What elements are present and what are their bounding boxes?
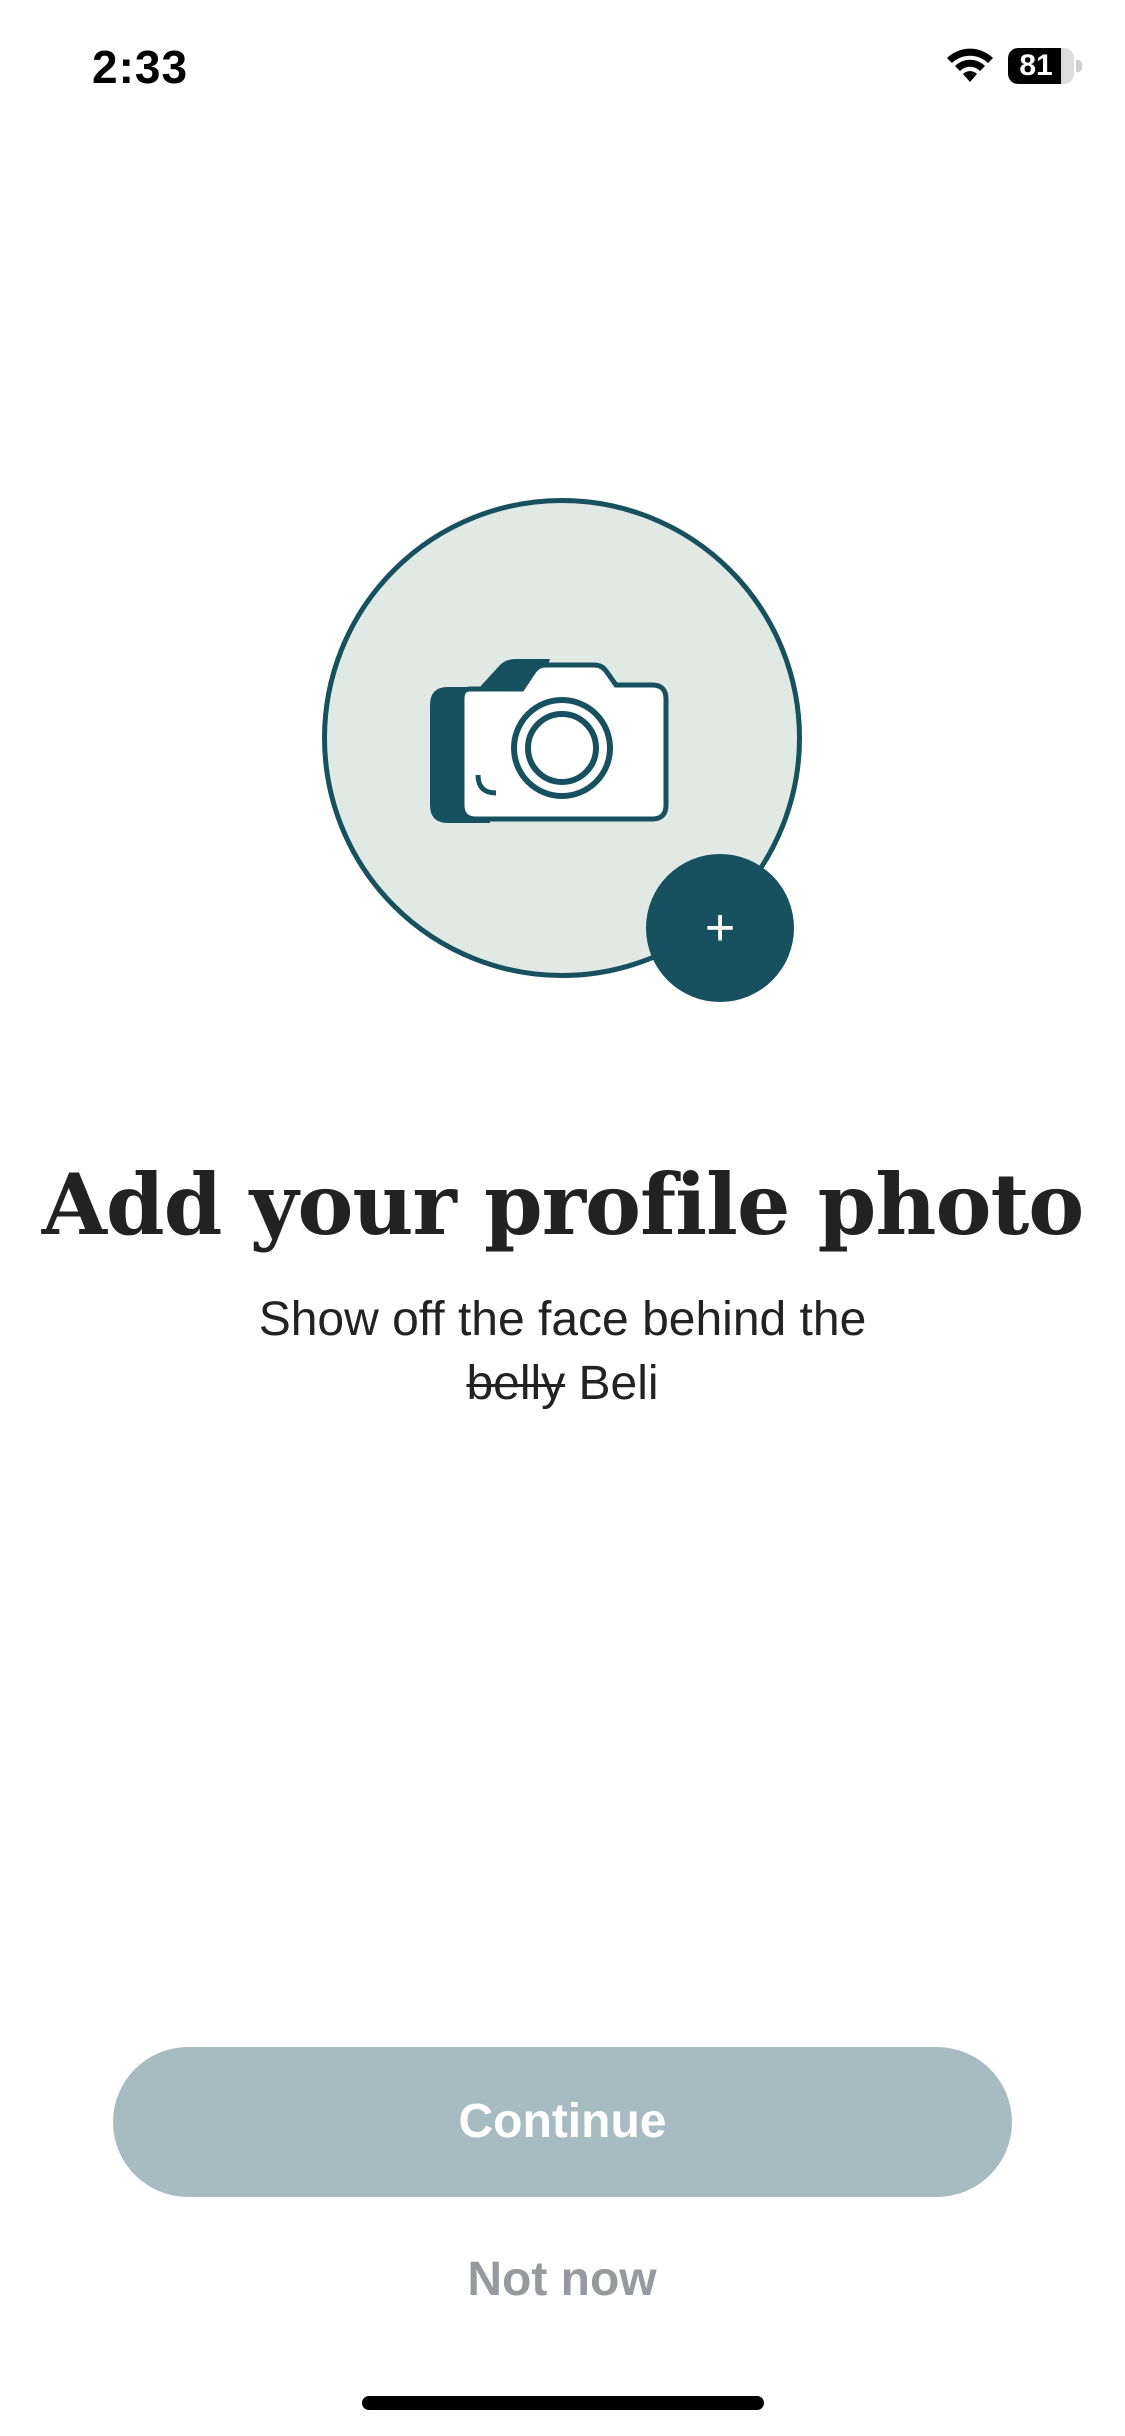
camera-icon bbox=[430, 659, 669, 823]
plus-icon: + bbox=[704, 899, 736, 957]
subtitle-struck-word: belly bbox=[466, 1357, 566, 1410]
continue-button[interactable]: Continue bbox=[113, 2047, 1012, 2197]
battery-level: 81 bbox=[1019, 49, 1053, 82]
page-title: Add your profile photo bbox=[41, 1155, 1085, 1254]
status-time: 2:33 bbox=[92, 41, 189, 93]
battery-icon: 81 bbox=[1008, 48, 1082, 84]
wifi-icon bbox=[947, 48, 993, 82]
status-bar: 2:33 81 bbox=[0, 0, 1125, 140]
subtitle-app-name: Beli bbox=[578, 1357, 659, 1410]
home-indicator bbox=[362, 2396, 764, 2410]
add-photo-button[interactable]: + bbox=[646, 854, 794, 1002]
battery-cap bbox=[1076, 60, 1082, 72]
subtitle-line1: Show off the face behind the bbox=[258, 1293, 867, 1346]
battery-body: 81 bbox=[1008, 48, 1074, 84]
not-now-button[interactable]: Not now bbox=[312, 2245, 812, 2315]
subtitle: Show off the face behind the belly Beli bbox=[0, 1288, 1125, 1416]
